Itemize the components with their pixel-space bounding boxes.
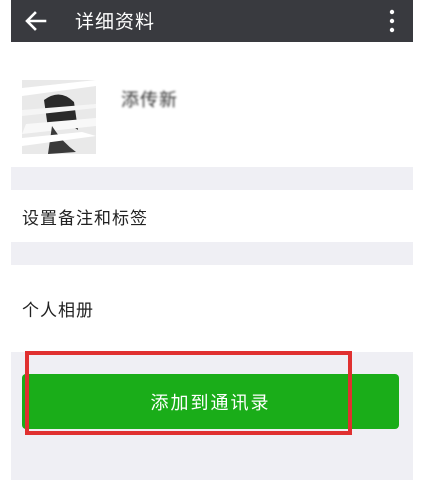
profile-header: 添传新 — [11, 42, 413, 167]
contact-detail-screen: 详细资料 添传新 设置备注和标签 个人相册 添加到通讯录 — [11, 0, 413, 480]
page-title: 详细资料 — [75, 11, 156, 33]
personal-album-row[interactable]: 个人相册 — [11, 265, 413, 352]
avatar[interactable] — [22, 80, 96, 154]
add-to-contacts-button[interactable]: 添加到通讯录 — [22, 374, 399, 429]
contact-nickname: 添传新 — [121, 90, 178, 111]
remark-and-tags-label: 设置备注和标签 — [22, 209, 148, 229]
app-bar: 详细资料 — [11, 0, 413, 42]
more-vert-icon[interactable] — [385, 7, 399, 35]
arrow-left-icon[interactable] — [23, 8, 49, 34]
personal-album-label: 个人相册 — [22, 301, 94, 321]
remark-and-tags-row[interactable]: 设置备注和标签 — [11, 190, 413, 242]
